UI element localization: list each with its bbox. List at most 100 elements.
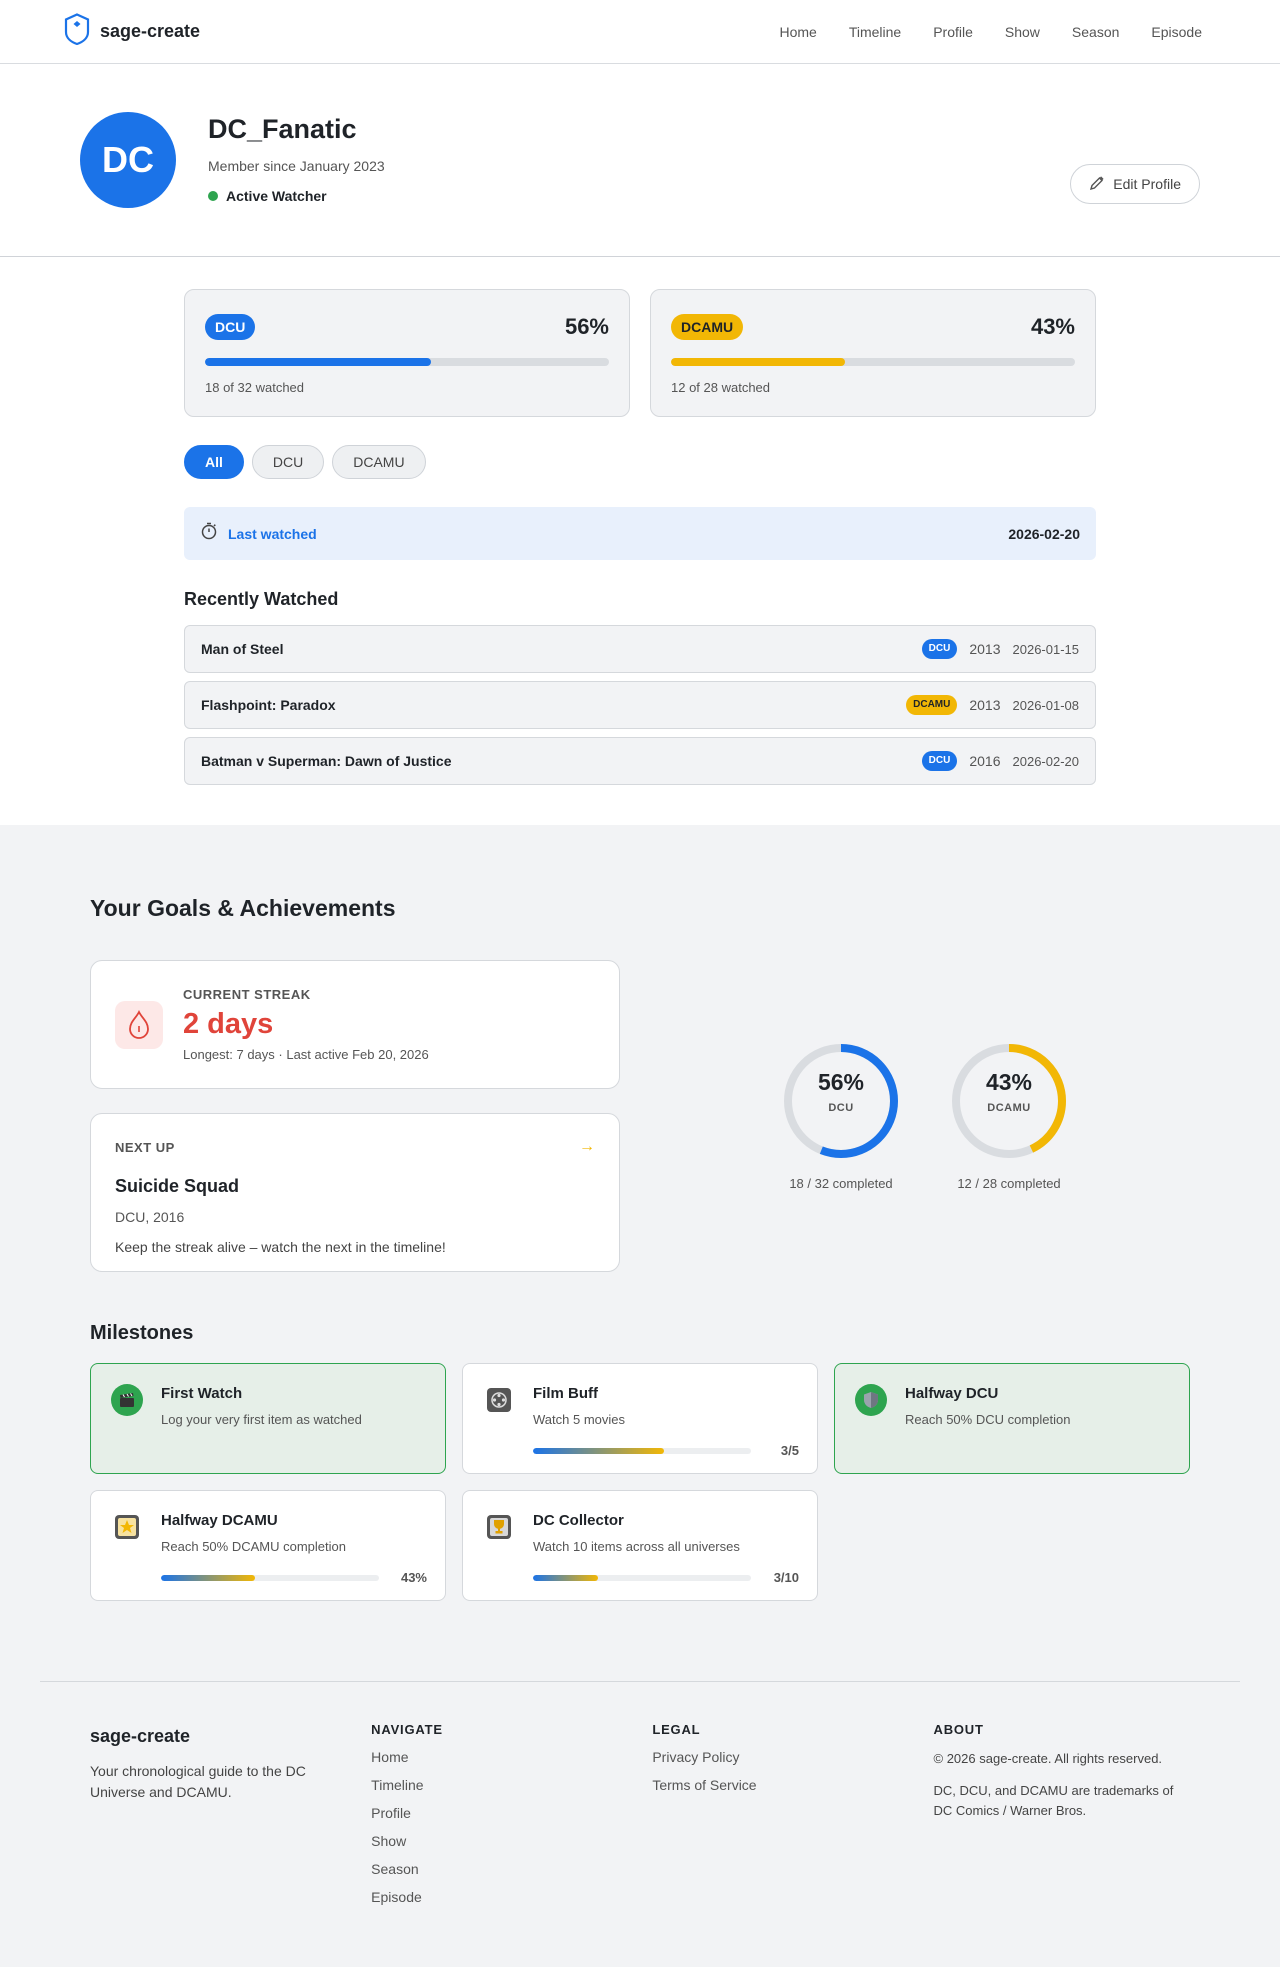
progress-percent: 43%: [1030, 314, 1075, 339]
footer-link-privacy[interactable]: Privacy Policy: [652, 1749, 933, 1765]
footer-about-col: ABOUT © 2026 sage-create. All rights res…: [934, 1722, 1191, 1917]
footer-navigate-col: NAVIGATE Home Timeline Profile Show Seas…: [371, 1722, 652, 1917]
progress-bar: [671, 358, 1075, 366]
nav-home[interactable]: Home: [779, 24, 816, 40]
footer-heading: LEGAL: [652, 1722, 701, 1737]
item-year: 2016: [969, 753, 1001, 769]
goals-title: Your Goals & Achievements: [90, 895, 396, 921]
ring-sub: 12 / 28 completed: [957, 1175, 1061, 1191]
last-watched-banner: Last watched 2026-02-20: [184, 507, 1096, 560]
ring-label: DCAMU: [987, 1102, 1031, 1114]
trophy-icon: [483, 1511, 515, 1543]
pencil-icon: [1089, 175, 1105, 194]
footer-legal-col: LEGAL Privacy Policy Terms of Service: [652, 1722, 933, 1917]
next-up-title: Suicide Squad: [115, 1176, 240, 1196]
footer-trademark: DC, DCU, and DCAMU are trademarks of DC …: [933, 1783, 1174, 1818]
list-item[interactable]: Flashpoint: Paradox DCAMU 2013 2026-01-0…: [184, 681, 1096, 729]
milestone-progress-bar: [533, 1447, 751, 1454]
arrow-right-icon[interactable]: →: [579, 1138, 595, 1156]
milestone-halfway-dcu: Halfway DCU Reach 50% DCU completion: [834, 1363, 1190, 1474]
status-badge: Active Watcher: [208, 188, 385, 204]
milestone-first-watch: First Watch Log your very first item as …: [90, 1363, 446, 1474]
edit-profile-label: Edit Profile: [1113, 176, 1181, 192]
nav-season[interactable]: Season: [1072, 24, 1119, 40]
status-text: Active Watcher: [226, 188, 327, 204]
profile-header: DC DC_Fanatic Member since January 2023 …: [0, 64, 1280, 257]
progress-bar-fill: [205, 358, 432, 366]
progress-card-dcu: DCU 56% 18 of 32 watched: [184, 289, 630, 417]
list-item[interactable]: Batman v Superman: Dawn of Justice DCU 2…: [184, 737, 1096, 785]
footer-wrapper: sage-create Your chronological guide to …: [0, 1681, 1280, 1967]
milestone-desc: Watch 10 items across all universes: [533, 1539, 740, 1554]
item-year: 2013: [969, 697, 1001, 713]
milestone-progress-bar: [533, 1574, 751, 1581]
nav-profile[interactable]: Profile: [933, 24, 973, 40]
top-header: sage-create Home Timeline Profile Show S…: [0, 0, 1280, 64]
nav-show[interactable]: Show: [1005, 24, 1040, 40]
footer-link-terms[interactable]: Terms of Service: [652, 1777, 933, 1793]
streak-card: CURRENT STREAK 2 days Longest: 7 days · …: [90, 960, 620, 1089]
milestone-count: 43%: [400, 1570, 427, 1585]
brand[interactable]: sage-create: [64, 13, 200, 50]
milestone-progress-bar: [161, 1574, 379, 1581]
streak-sub: Longest: 7 days · Last active Feb 20, 20…: [183, 1047, 429, 1062]
flame-icon: [115, 1000, 163, 1049]
footer-link-season[interactable]: Season: [371, 1861, 652, 1877]
milestone-halfway-dcamu: Halfway DCAMU Reach 50% DCAMU completion…: [90, 1490, 446, 1601]
footer-tagline: Your chronological guide to the DC Unive…: [90, 1763, 306, 1800]
footer-link-show[interactable]: Show: [371, 1833, 652, 1849]
item-year: 2013: [969, 641, 1001, 657]
nav-episode[interactable]: Episode: [1151, 24, 1202, 40]
footer-link-episode[interactable]: Episode: [371, 1889, 652, 1905]
milestone-name: Halfway DCAMU: [161, 1512, 278, 1529]
milestone-progress-fill: [533, 1447, 664, 1454]
item-title: Man of Steel: [201, 641, 284, 657]
ring-percent: 56%: [817, 1069, 865, 1095]
item-date: 2026-01-15: [1012, 641, 1080, 657]
item-date: 2026-01-08: [1012, 697, 1080, 713]
star-icon: [111, 1511, 143, 1543]
brand-name: sage-create: [100, 21, 201, 41]
member-since: Member since January 2023: [208, 158, 385, 174]
milestone-film-buff: Film Buff Watch 5 movies 3/5: [462, 1363, 818, 1474]
milestone-count: 3/5: [780, 1443, 799, 1458]
footer-heading: NAVIGATE: [371, 1722, 443, 1737]
avatar: DC: [80, 112, 176, 208]
next-up-meta: DCU, 2016: [115, 1209, 185, 1225]
shield-icon: [855, 1384, 887, 1416]
universe-badge: DCU: [921, 639, 958, 659]
footer-link-profile[interactable]: Profile: [371, 1805, 652, 1821]
username: DC_Fanatic: [208, 114, 357, 144]
footer-copyright: © 2026 sage-create. All rights reserved.: [933, 1751, 1163, 1766]
milestone-desc: Reach 50% DCU completion: [905, 1412, 1071, 1427]
item-title: Flashpoint: Paradox: [201, 697, 336, 713]
footer-link-timeline[interactable]: Timeline: [371, 1777, 652, 1793]
progress-count: 18 of 32 watched: [205, 380, 305, 395]
next-up-note: Keep the streak alive – watch the next i…: [115, 1239, 446, 1255]
item-title: Batman v Superman: Dawn of Justice: [201, 753, 452, 769]
shield-logo-icon: [64, 13, 90, 50]
progress-percent: 56%: [564, 314, 609, 339]
milestone-desc: Log your very first item as watched: [161, 1412, 362, 1427]
edit-profile-button[interactable]: Edit Profile: [1070, 164, 1200, 204]
milestone-name: Halfway DCU: [905, 1385, 999, 1402]
nav-timeline[interactable]: Timeline: [849, 24, 901, 40]
main-nav: Home Timeline Profile Show Season Episod…: [779, 24, 1202, 40]
filter-dcamu[interactable]: DCAMU: [332, 445, 426, 479]
recently-watched-title: Recently Watched: [184, 589, 339, 609]
footer-link-home[interactable]: Home: [371, 1749, 652, 1765]
ring-sub: 18 / 32 completed: [789, 1175, 893, 1191]
filter-all[interactable]: All: [184, 445, 244, 479]
universe-badge: DCAMU: [671, 314, 744, 340]
next-up-card[interactable]: NEXT UP → Suicide Squad DCU, 2016 Keep t…: [90, 1113, 620, 1272]
item-date: 2026-02-20: [1012, 753, 1080, 769]
list-item[interactable]: Man of Steel DCU 2013 2026-01-15: [184, 625, 1096, 673]
progress-bar-fill: [671, 358, 845, 366]
milestone-dc-collector: DC Collector Watch 10 items across all u…: [462, 1490, 818, 1601]
streak-label: CURRENT STREAK: [183, 987, 311, 1002]
recently-watched-list: Man of Steel DCU 2013 2026-01-15 Flashpo…: [184, 625, 1096, 785]
milestones-grid: First Watch Log your very first item as …: [90, 1363, 1190, 1601]
milestone-progress-fill: [533, 1574, 599, 1581]
progress-count: 12 of 28 watched: [671, 380, 771, 395]
filter-dcu[interactable]: DCU: [251, 445, 325, 479]
